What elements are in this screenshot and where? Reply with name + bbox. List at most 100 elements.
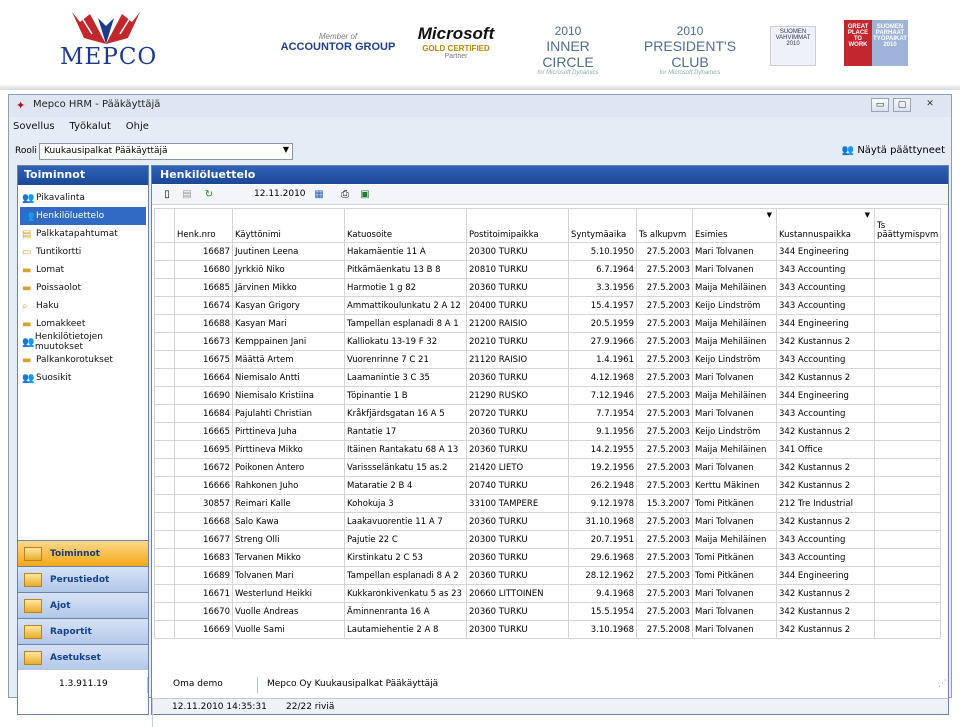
- column-header-kustannus[interactable]: Kustannuspaikka ▼: [776, 208, 875, 243]
- close-button[interactable]: ✕: [921, 98, 939, 112]
- table-row[interactable]: 16672 Poikonen Antero Varissselänkatu 15 a…: [154, 458, 942, 477]
- table-row[interactable]: 16664 Niemisalo Antti Laamanintie 3 C 35 20…: [154, 368, 942, 387]
- sidebar-item-poissaolot[interactable]: ▬ Poissaolot: [20, 279, 146, 297]
- cell-synt: 7.7.1954: [568, 404, 637, 423]
- minimize-button[interactable]: ▭: [871, 98, 889, 112]
- table-row[interactable]: 16673 Kemppainen Jani Kalliokatu 13-19 F 3…: [154, 332, 942, 351]
- column-header-nimi[interactable]: Käyttönimi: [232, 208, 345, 243]
- table-row[interactable]: 16695 Pirttineva Mikko Itäinen Rantakatu 6…: [154, 440, 942, 459]
- row-selector[interactable]: [154, 260, 175, 279]
- table-row[interactable]: 16690 Niemisalo Kristiina Töpinantie 1 B 21…: [154, 386, 942, 405]
- panel-perustiedot[interactable]: Perustiedot: [18, 566, 148, 592]
- cell-synt: 15.5.1954: [568, 602, 637, 621]
- column-header-alku[interactable]: Ts alkupvm: [636, 208, 693, 243]
- row-selector[interactable]: [154, 314, 175, 333]
- sidebar-item-pikavalinta[interactable]: 👥 Pikavalinta: [20, 189, 146, 207]
- row-selector[interactable]: [154, 332, 175, 351]
- cell-osoite: Tampellan esplanadi 8 A 1: [344, 314, 467, 333]
- sidebar-item-label: Palkkatapahtumat: [36, 229, 118, 239]
- table-row[interactable]: 16665 Pirttineva Juha Rantatie 17 20360 TUR…: [154, 422, 942, 441]
- panel-ajot[interactable]: Ajot: [18, 592, 148, 618]
- row-selector[interactable]: [154, 548, 175, 567]
- table-row[interactable]: 16684 Pajulahti Christian Kråkfjärdsgatan …: [154, 404, 942, 423]
- menu-sovellus[interactable]: Sovellus: [13, 121, 55, 132]
- row-selector[interactable]: [154, 530, 175, 549]
- row-selector[interactable]: [154, 404, 175, 423]
- print-icon[interactable]: ⎙: [338, 188, 352, 201]
- row-selector[interactable]: [154, 494, 175, 513]
- row-selector[interactable]: [154, 602, 175, 621]
- mepco-logo-text: MEPCO: [60, 44, 158, 70]
- table-row[interactable]: 16674 Kasyan Grigory Ammattikoulunkatu 2 A…: [154, 296, 942, 315]
- sidebar-item-lomakkeet[interactable]: ▬ Lomakkeet: [20, 315, 146, 333]
- sidebar-item-palkankorotukset[interactable]: ▬ Palkankorotukset: [20, 351, 146, 369]
- table-row[interactable]: 16669 Vuolle Sami Lautamiehentie 2 A 8 2030…: [154, 620, 942, 639]
- column-header-esimies[interactable]: Esimies ▼: [692, 208, 777, 243]
- edit-icon[interactable]: ▤: [180, 188, 194, 201]
- cell-osoite: Lautamiehentie 2 A 8: [344, 620, 467, 639]
- sidebar-item-henkiloluettelo[interactable]: 👥 Henkilöluettelo: [20, 207, 146, 225]
- resize-grip-icon[interactable]: ⋰: [938, 679, 947, 689]
- table-row[interactable]: 16683 Tervanen Mikko Kirstinkatu 2 C 53 203…: [154, 548, 942, 567]
- row-selector[interactable]: [154, 476, 175, 495]
- table-row[interactable]: 16687 Juutinen Leena Hakamäentie 11 A 20300…: [154, 242, 942, 261]
- row-selector[interactable]: [154, 350, 175, 369]
- panel-asetukset[interactable]: Asetukset: [18, 644, 148, 670]
- row-selector[interactable]: [154, 512, 175, 531]
- row-selector[interactable]: [154, 566, 175, 585]
- cell-posti: 20360 TURKU: [466, 440, 569, 459]
- row-selector[interactable]: [154, 386, 175, 405]
- restore-button[interactable]: ▢: [893, 98, 911, 112]
- refresh-icon[interactable]: ↻: [202, 188, 216, 201]
- role-dropdown[interactable]: Kuukausipalkat Pääkäyttäjä ▼: [39, 143, 293, 160]
- row-selector[interactable]: [154, 368, 175, 387]
- row-selector[interactable]: [154, 296, 175, 315]
- calendar-icon[interactable]: ▦: [312, 188, 326, 201]
- row-selector[interactable]: [154, 278, 175, 297]
- cell-alku: 27.5.2003: [636, 530, 693, 549]
- table-row[interactable]: 16668 Salo Kawa Laakavuorentie 11 A 7 20360…: [154, 512, 942, 531]
- sidebar-item-haku[interactable]: ⌕ Haku: [20, 297, 146, 315]
- column-header-paatty[interactable]: Ts päättymispvm: [873, 208, 942, 243]
- table-row[interactable]: 16677 Streng Olli Pajutie 22 C 20300 TURKU 2…: [154, 530, 942, 549]
- row-selector[interactable]: [154, 242, 175, 261]
- table-row[interactable]: 16671 Westerlund Heikki Kukkaronkivenkatu …: [154, 584, 942, 603]
- panel-label: Asetukset: [50, 652, 101, 663]
- database-text: Oma demo: [173, 679, 223, 689]
- sidebar-item-palkkatapahtumat[interactable]: ▤ Palkkatapahtumat: [20, 225, 146, 243]
- table-row[interactable]: 16689 Tolvanen Mari Tampellan esplanadi 8 …: [154, 566, 942, 585]
- menu-ohje[interactable]: Ohje: [126, 121, 149, 132]
- menu-tyokalut[interactable]: Työkalut: [70, 121, 111, 132]
- date-field[interactable]: 12.11.2010: [254, 189, 306, 199]
- row-selector[interactable]: [154, 620, 175, 639]
- table-row[interactable]: 16675 Määttä Artem Vuorenrinne 7 C 21 21120…: [154, 350, 942, 369]
- filter-dropdown-icon[interactable]: ▼: [865, 211, 870, 220]
- column-header-nro[interactable]: Henk.nro: [174, 208, 233, 243]
- table-row[interactable]: 16680 Jyrkkiö Niko Pitkämäenkatu 13 B 8 208…: [154, 260, 942, 279]
- panel-raportit[interactable]: Raportit: [18, 618, 148, 644]
- row-selector[interactable]: [154, 440, 175, 459]
- excel-icon[interactable]: ▣: [358, 188, 372, 201]
- column-header-osoite[interactable]: Katuosoite: [344, 208, 467, 243]
- sidebar-item-suosikit[interactable]: 👥 Suosikit: [20, 369, 146, 387]
- table-row[interactable]: 30857 Reimari Kalle Kohokuja 3 33100 TAMPER…: [154, 494, 942, 513]
- panel-toiminnot[interactable]: Toiminnot: [18, 540, 148, 566]
- filter-dropdown-icon[interactable]: ▼: [767, 211, 772, 220]
- sidebar-item-henkilotietojen-muutokset[interactable]: 👥 Henkilötietojen muutokset: [20, 332, 146, 352]
- table-row[interactable]: 16670 Vuolle Andreas Äminnenranta 16 A 2036…: [154, 602, 942, 621]
- row-selector[interactable]: [154, 422, 175, 441]
- sidebar-item-lomat[interactable]: ▬ Lomat: [20, 261, 146, 279]
- table-row[interactable]: 16688 Kasyan Mari Tampellan esplanadi 8 A …: [154, 314, 942, 333]
- row-selector[interactable]: [154, 458, 175, 477]
- column-header-posti[interactable]: Postitoimipaikka: [466, 208, 569, 243]
- table-row[interactable]: 16666 Rahkonen Juho Mataratie 2 B 4 20740 T…: [154, 476, 942, 495]
- column-header-synt[interactable]: Syntymäaika: [568, 208, 637, 243]
- cell-nro: 16672: [174, 458, 233, 477]
- table-row[interactable]: 16685 Järvinen Mikko Harmotie 1 g 82 20360 …: [154, 278, 942, 297]
- row-selector[interactable]: [154, 584, 175, 603]
- new-document-icon[interactable]: ▯: [160, 188, 174, 201]
- show-ended-button[interactable]: 👥 Näytä päättyneet: [842, 145, 945, 156]
- chevron-down-icon[interactable]: ▼: [283, 145, 289, 154]
- grid-toolbar: ▯ ▤ ↻ 12.11.2010 ▦ ⎙ ▣: [152, 185, 948, 205]
- sidebar-item-tuntikortti[interactable]: ▭ Tuntikortti: [20, 243, 146, 261]
